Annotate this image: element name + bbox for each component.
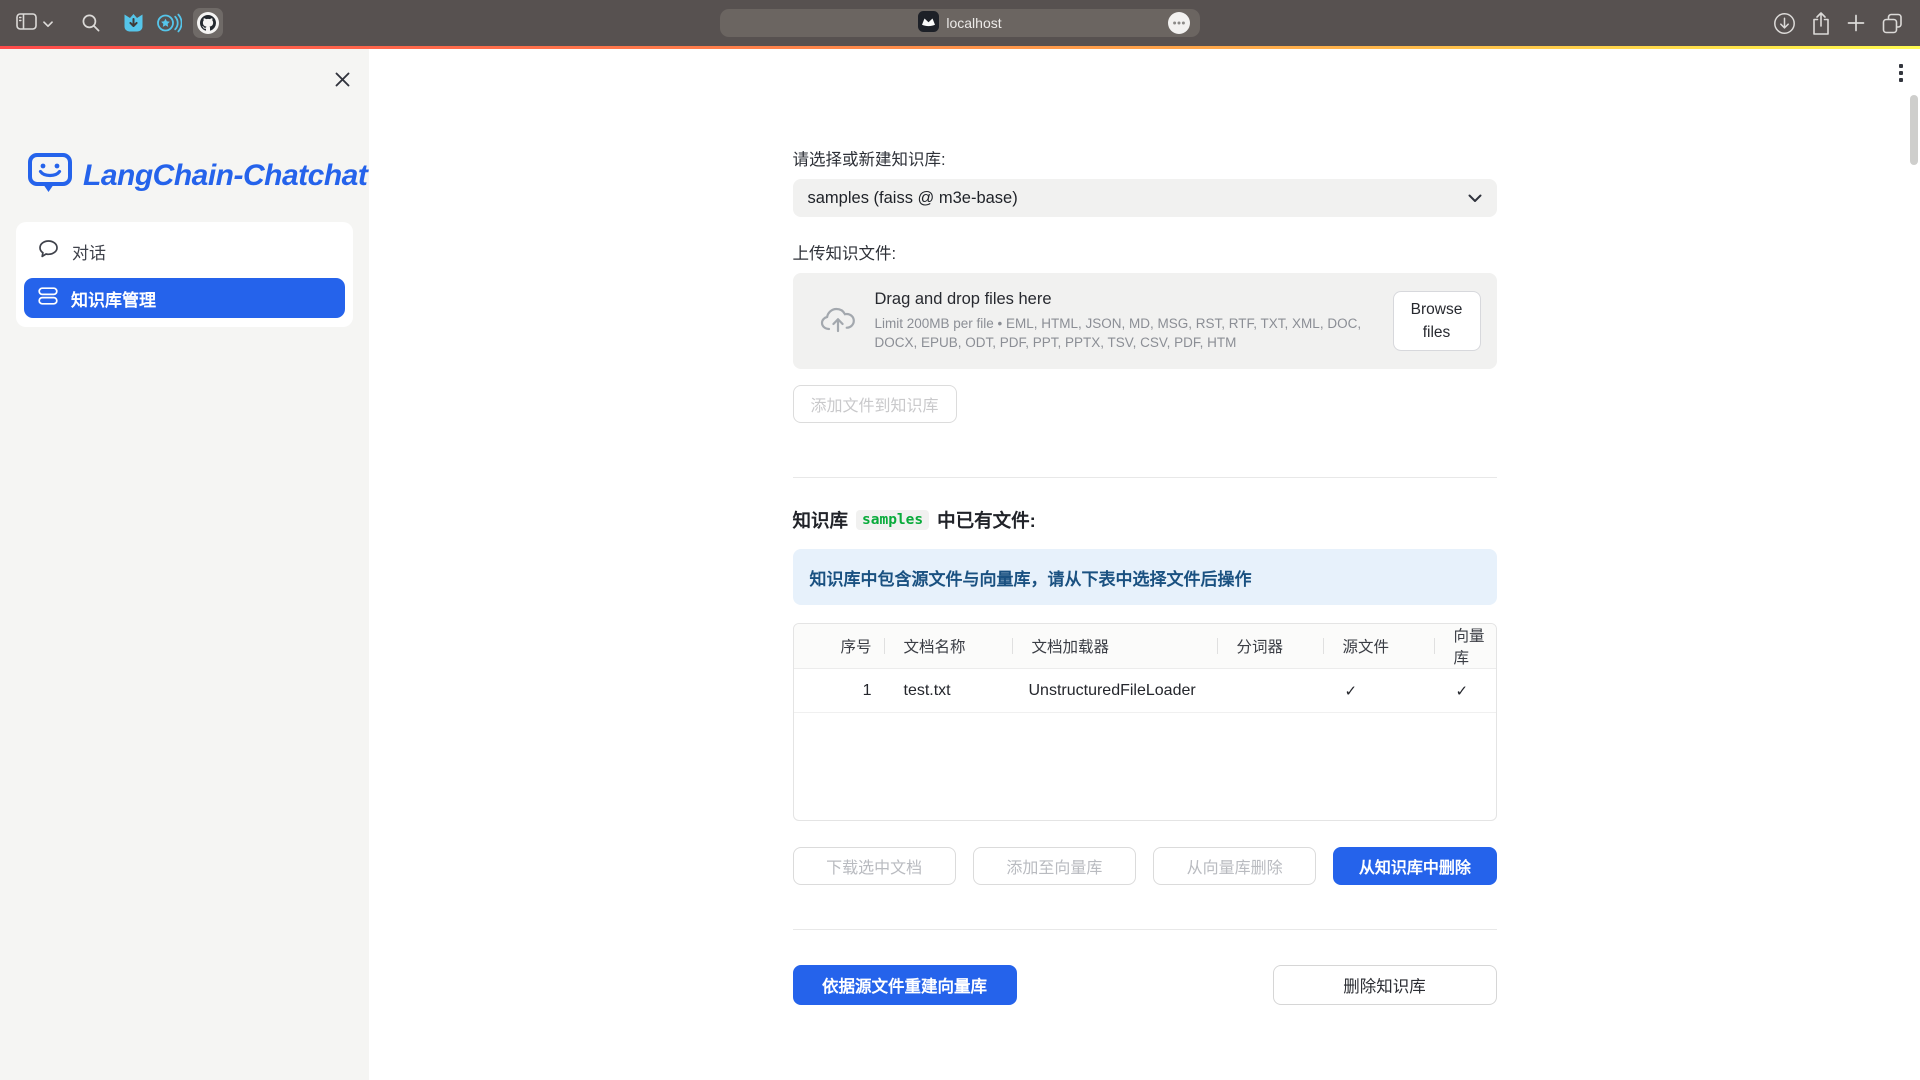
star-circle-extension-icon[interactable] bbox=[153, 7, 185, 39]
download-icon[interactable] bbox=[1773, 7, 1796, 39]
app-body: LangChain-Chatchat 对话 知识库管理 bbox=[0, 49, 1920, 1080]
browser-toolbar: localhost bbox=[0, 0, 1920, 46]
column-header: 源文件 bbox=[1323, 624, 1434, 668]
file-dropzone[interactable]: Drag and drop files here Limit 200MB per… bbox=[793, 273, 1497, 369]
delete-kb-button[interactable]: 删除知识库 bbox=[1273, 965, 1497, 1005]
dropzone-text: Drag and drop files here Limit 200MB per… bbox=[875, 290, 1380, 352]
sidebar-nav: 对话 知识库管理 bbox=[16, 222, 353, 327]
cell-index: 1 bbox=[794, 682, 884, 700]
github-extension-icon[interactable] bbox=[193, 7, 223, 39]
column-header: 文档名称 bbox=[884, 624, 1012, 668]
kb-select-label: 请选择或新建知识库: bbox=[793, 146, 1497, 170]
app-logo: LangChain-Chatchat bbox=[27, 151, 367, 200]
column-header: 分词器 bbox=[1217, 624, 1323, 668]
app-menu-kebab-icon[interactable] bbox=[1899, 64, 1903, 82]
chevron-down-icon bbox=[1468, 189, 1482, 208]
files-heading-suffix: 中已有文件: bbox=[937, 507, 1036, 533]
dropzone-title: Drag and drop files here bbox=[875, 290, 1380, 309]
kb-footer-actions: 依据源文件重建向量库 删除知识库 bbox=[793, 965, 1497, 1005]
address-bar[interactable]: localhost bbox=[720, 9, 1200, 37]
toolbar-right-group bbox=[1773, 0, 1904, 46]
delete-from-kb-button[interactable]: 从知识库中删除 bbox=[1333, 847, 1496, 885]
sidebar: LangChain-Chatchat 对话 知识库管理 bbox=[0, 49, 369, 1080]
upload-label: 上传知识文件: bbox=[793, 240, 1497, 264]
add-to-vector-store-button[interactable]: 添加至向量库 bbox=[973, 847, 1136, 885]
main-content: 请选择或新建知识库: samples (faiss @ m3e-base) 上传… bbox=[369, 49, 1920, 1080]
download-selected-button[interactable]: 下载选中文档 bbox=[793, 847, 956, 885]
upload-cloud-icon bbox=[820, 305, 856, 338]
browser-window: localhost bbox=[0, 0, 1920, 1080]
knowledge-base-icon bbox=[38, 287, 58, 310]
delete-from-vector-store-button[interactable]: 从向量库删除 bbox=[1153, 847, 1316, 885]
browse-files-button[interactable]: Browse files bbox=[1393, 291, 1481, 352]
sidebar-close-icon[interactable] bbox=[330, 67, 354, 91]
logo-text: LangChain-Chatchat bbox=[83, 159, 367, 193]
site-favicon-icon bbox=[918, 11, 939, 35]
share-icon[interactable] bbox=[1811, 7, 1831, 39]
files-table: 序号 文档名称 文档加载器 分词器 源文件 向量库 1 test.txt Uns… bbox=[793, 623, 1497, 821]
new-tab-icon[interactable] bbox=[1846, 7, 1866, 39]
cell-loader: UnstructuredFileLoader bbox=[1012, 682, 1217, 700]
files-heading-prefix: 知识库 bbox=[793, 507, 849, 533]
search-icon[interactable] bbox=[75, 7, 107, 39]
kb-selectbox[interactable]: samples (faiss @ m3e-base) bbox=[793, 179, 1497, 217]
kb-name-code: samples bbox=[856, 510, 929, 530]
files-heading: 知识库 samples 中已有文件: bbox=[793, 507, 1497, 533]
sidebar-toggle-icon bbox=[16, 13, 37, 33]
cat-extension-icon[interactable] bbox=[117, 7, 149, 39]
logo-chat-icon bbox=[27, 151, 73, 200]
column-header: 向量库 bbox=[1434, 624, 1496, 668]
cell-doc-name: test.txt bbox=[884, 682, 1012, 700]
rebuild-vector-store-button[interactable]: 依据源文件重建向量库 bbox=[793, 965, 1017, 1005]
column-header: 文档加载器 bbox=[1012, 624, 1217, 668]
dropzone-hint: Limit 200MB per file • EML, HTML, JSON, … bbox=[875, 314, 1380, 352]
chevron-down-icon bbox=[43, 16, 53, 31]
tab-overview-icon[interactable] bbox=[1881, 7, 1904, 39]
table-header: 序号 文档名称 文档加载器 分词器 源文件 向量库 bbox=[794, 624, 1496, 669]
section-divider bbox=[793, 929, 1497, 930]
column-header: 序号 bbox=[794, 624, 884, 668]
sidebar-item-label: 对话 bbox=[72, 239, 106, 264]
file-actions: 下载选中文档 添加至向量库 从向量库删除 从知识库中删除 bbox=[793, 847, 1497, 885]
sidebar-item-dialogue[interactable]: 对话 bbox=[24, 231, 345, 271]
kb-management-panel: 请选择或新建知识库: samples (faiss @ m3e-base) 上传… bbox=[793, 49, 1497, 1005]
toolbar-left-group bbox=[0, 7, 223, 39]
info-banner: 知识库中包含源文件与向量库，请从下表中选择文件后操作 bbox=[793, 549, 1497, 605]
table-row[interactable]: 1 test.txt UnstructuredFileLoader ✓ ✓ bbox=[794, 669, 1496, 713]
kb-selectbox-value: samples (faiss @ m3e-base) bbox=[808, 189, 1018, 208]
address-url: localhost bbox=[946, 15, 1001, 31]
sidebar-item-kb-management[interactable]: 知识库管理 bbox=[24, 278, 345, 318]
chat-bubble-icon bbox=[38, 239, 59, 264]
add-files-button[interactable]: 添加文件到知识库 bbox=[793, 385, 957, 423]
sidebar-toggle-button[interactable] bbox=[16, 7, 53, 39]
more-options-icon[interactable] bbox=[1168, 12, 1190, 34]
sidebar-item-label: 知识库管理 bbox=[71, 286, 156, 311]
cell-vector-check: ✓ bbox=[1434, 682, 1496, 700]
scrollbar-thumb[interactable] bbox=[1910, 95, 1918, 165]
cell-source-check: ✓ bbox=[1323, 682, 1434, 700]
section-divider bbox=[793, 477, 1497, 478]
